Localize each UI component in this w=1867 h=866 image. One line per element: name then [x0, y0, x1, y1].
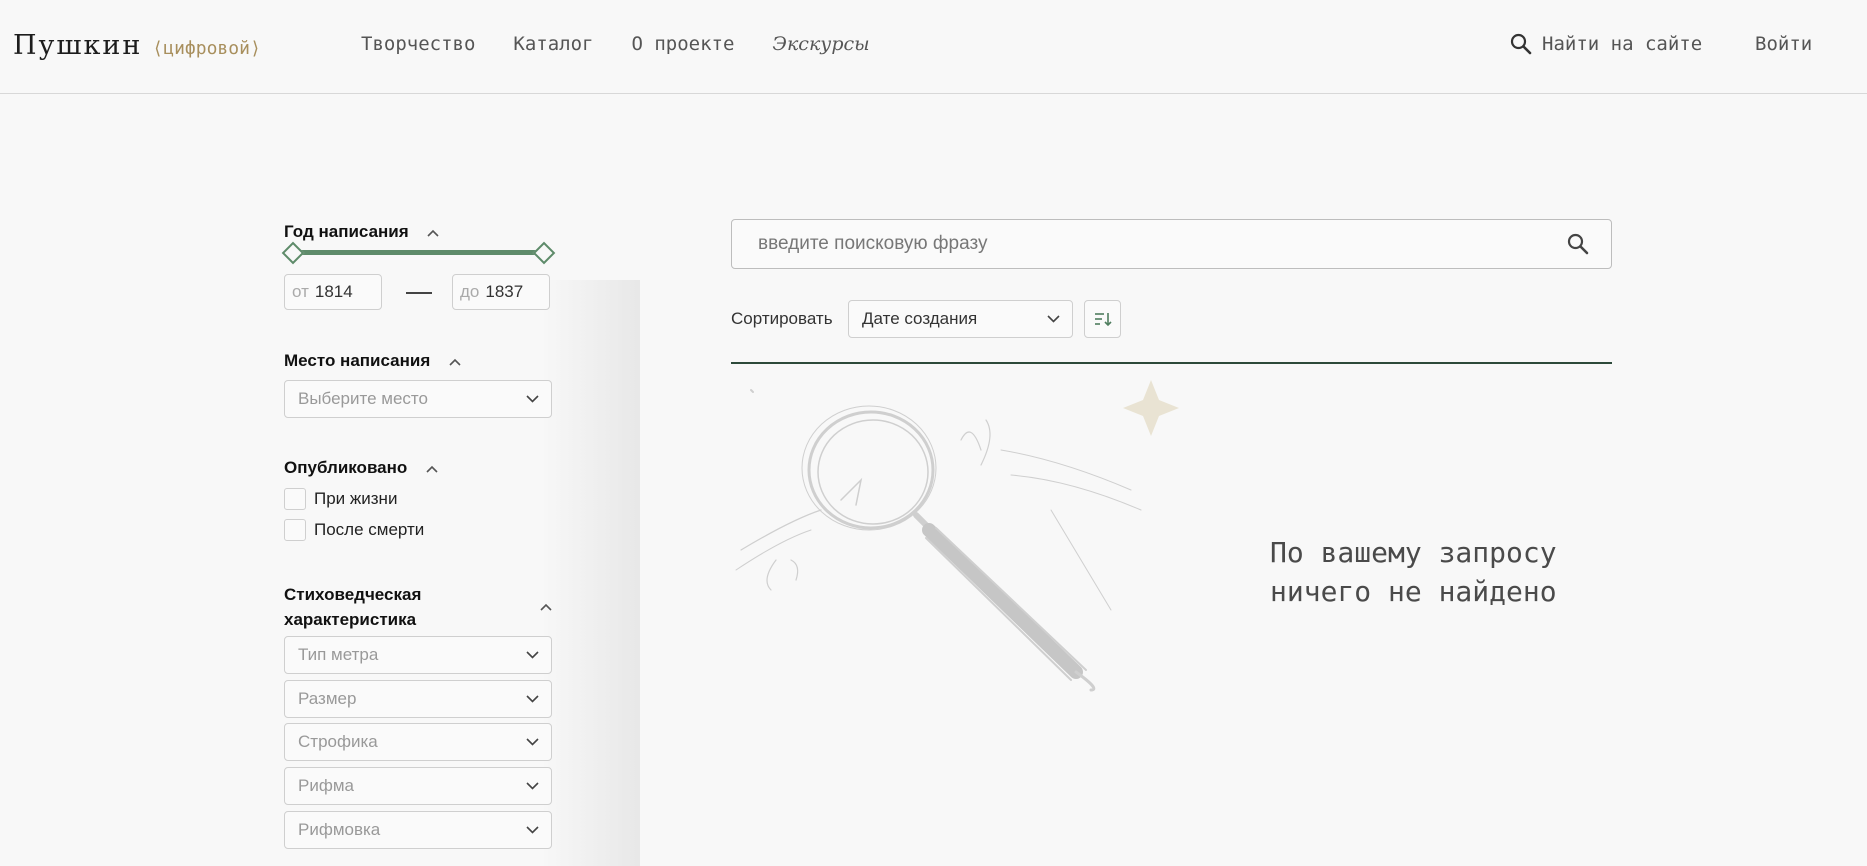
- filter-title-verse-line2: характеристика: [284, 610, 417, 629]
- select-placeholder: Тип метра: [298, 645, 379, 664]
- size-select[interactable]: Размер: [284, 680, 552, 718]
- sort-order-icon: [1094, 313, 1112, 327]
- sort-select[interactable]: Дате создания: [848, 300, 1073, 338]
- select-placeholder: Рифма: [298, 776, 354, 795]
- site-search-button[interactable]: Найти на сайте: [1510, 33, 1702, 55]
- checkbox-box[interactable]: [284, 488, 306, 510]
- year-to-input[interactable]: до 1837: [452, 274, 550, 310]
- sidebar-shadow: [540, 280, 640, 866]
- chevron-down-icon: [526, 395, 539, 403]
- select-placeholder: Размер: [298, 689, 357, 708]
- checkbox-label: При жизни: [314, 489, 398, 508]
- year-range-handle-min[interactable]: [281, 241, 305, 265]
- search-box: [731, 219, 1612, 269]
- chevron-down-icon: [526, 695, 539, 703]
- checkbox-lifetime[interactable]: При жизни: [284, 488, 397, 510]
- logo[interactable]: Пушкин ⟨цифровой⟩: [13, 30, 261, 61]
- year-from-input[interactable]: от 1814: [284, 274, 382, 310]
- sort-order-button[interactable]: [1084, 300, 1121, 338]
- year-to-prefix: до: [460, 282, 480, 301]
- year-range-handle-max[interactable]: [532, 241, 556, 265]
- stanza-select[interactable]: Строфика: [284, 723, 552, 761]
- chevron-down-icon: [526, 738, 539, 746]
- nav-item-works[interactable]: Творчество: [361, 33, 475, 55]
- login-link[interactable]: Войти: [1755, 33, 1812, 55]
- rhyme-scheme-select[interactable]: Рифмовка: [284, 811, 552, 849]
- empty-results-message: По вашему запросу ничего не найдено: [1270, 536, 1557, 608]
- site-header: Пушкин ⟨цифровой⟩ Творчество Каталог О п…: [0, 0, 1867, 94]
- chevron-up-icon: [449, 358, 461, 366]
- chevron-down-icon: [526, 651, 539, 659]
- nav-item-about[interactable]: О проекте: [631, 33, 734, 55]
- year-range-dash: [406, 292, 432, 294]
- logo-sub-text: ⟨цифровой⟩: [152, 38, 261, 59]
- place-select-placeholder: Выберите место: [298, 389, 428, 408]
- checkbox-posthumous[interactable]: После смерти: [284, 519, 424, 541]
- main-nav: Творчество Каталог О проекте Экскурсы: [361, 33, 908, 55]
- chevron-down-icon: [526, 782, 539, 790]
- filter-title-place[interactable]: Место написания: [284, 351, 461, 371]
- meter-type-select[interactable]: Тип метра: [284, 636, 552, 674]
- magnifier-illustration: [735, 380, 1179, 692]
- logo-main-text: Пушкин: [13, 30, 143, 61]
- place-select[interactable]: Выберите место: [284, 380, 552, 418]
- year-from-value: 1814: [314, 282, 353, 301]
- search-input[interactable]: [756, 232, 1540, 256]
- filter-title-year-label: Год написания: [284, 222, 409, 241]
- checkbox-box[interactable]: [284, 519, 306, 541]
- checkbox-label: После смерти: [314, 520, 425, 539]
- year-to-value: 1837: [485, 282, 524, 301]
- rhyme-select[interactable]: Рифма: [284, 767, 552, 805]
- sort-select-value: Дате создания: [862, 309, 978, 328]
- filter-title-verse[interactable]: Стиховедческая характеристика: [284, 582, 421, 632]
- filter-title-year[interactable]: Год написания: [284, 222, 439, 242]
- search-icon[interactable]: [1567, 233, 1589, 255]
- chevron-up-icon: [426, 465, 438, 473]
- site-search-label: Найти на сайте: [1542, 33, 1703, 55]
- sort-label: Сортировать: [731, 309, 833, 328]
- chevron-down-icon: [526, 826, 539, 834]
- nav-item-excursions[interactable]: Экскурсы: [772, 33, 869, 55]
- filter-title-verse-line1: Стиховедческая: [284, 585, 422, 604]
- select-placeholder: Строфика: [298, 732, 378, 751]
- chevron-up-icon[interactable]: [540, 603, 552, 611]
- chevron-up-icon: [427, 229, 439, 237]
- nav-item-catalog[interactable]: Каталог: [513, 33, 593, 55]
- filter-title-place-label: Место написания: [284, 351, 431, 370]
- filter-title-published-label: Опубликовано: [284, 458, 408, 477]
- year-range-track[interactable]: [292, 250, 542, 255]
- filter-title-published[interactable]: Опубликовано: [284, 458, 438, 478]
- chevron-down-icon: [1047, 315, 1060, 323]
- select-placeholder: Рифмовка: [298, 820, 381, 839]
- year-from-prefix: от: [292, 282, 309, 301]
- results-divider: [731, 362, 1612, 364]
- search-icon: [1510, 33, 1532, 55]
